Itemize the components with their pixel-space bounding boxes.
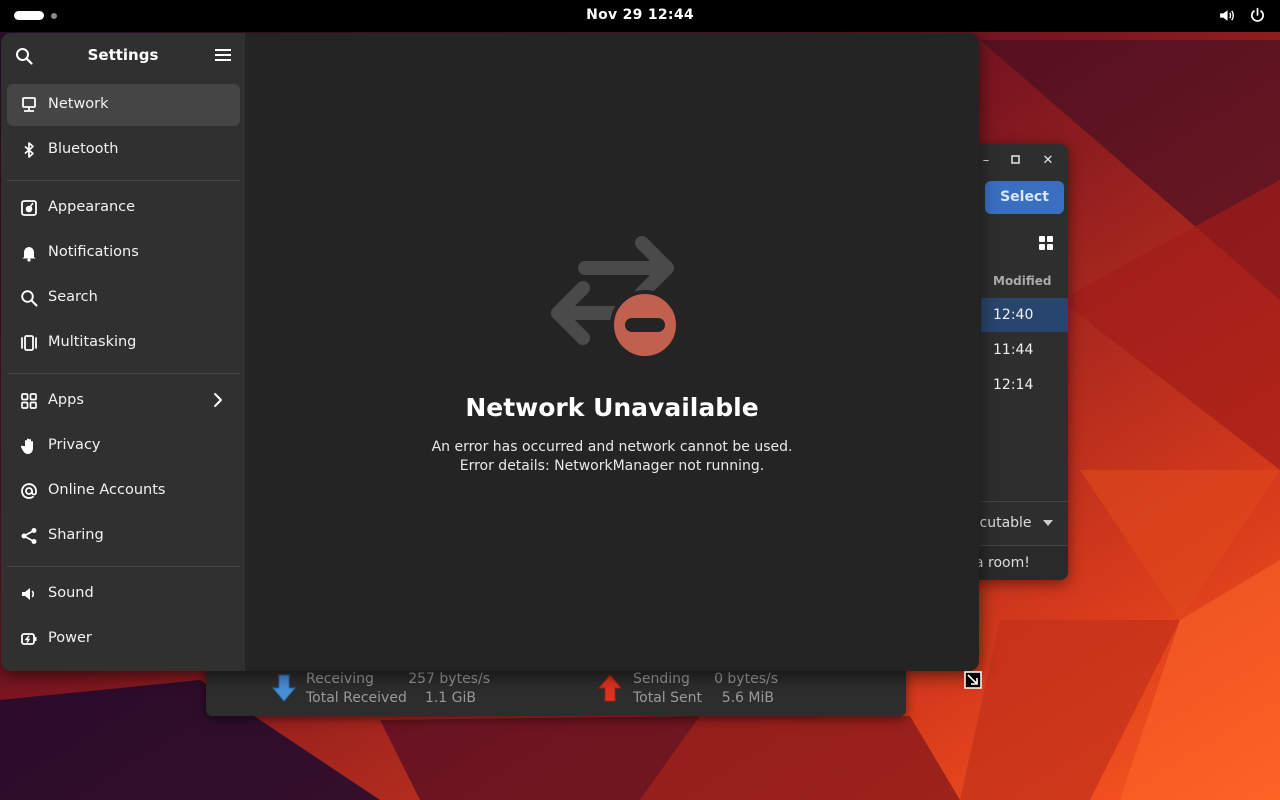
status-text: a room! xyxy=(975,555,1030,571)
sending-label: Sending xyxy=(633,671,690,687)
sidebar-item-label: Sound xyxy=(48,585,94,601)
hamburger-menu-icon[interactable] xyxy=(215,48,231,62)
files-window[interactable]: – ✕ Select Modified 12:40 11:44 12:14 cu… xyxy=(975,144,1068,580)
sidebar-item-label: Online Accounts xyxy=(48,482,166,498)
sidebar-item-label: Search xyxy=(48,289,98,305)
column-header-modified[interactable]: Modified xyxy=(993,274,1052,288)
settings-sidebar: Settings Network Bluetooth Appearance No… xyxy=(1,33,245,671)
total-sent-label: Total Sent xyxy=(633,690,703,706)
resize-cursor-icon xyxy=(964,671,982,689)
close-icon[interactable]: ✕ xyxy=(1039,152,1057,170)
power-icon[interactable] xyxy=(1249,7,1266,24)
filter-label: cutable xyxy=(979,515,1032,531)
share-icon xyxy=(21,528,37,544)
sidebar-header: Settings xyxy=(1,33,245,79)
total-received-label: Total Received xyxy=(306,690,407,706)
appearance-icon xyxy=(21,200,37,216)
dropdown-arrow-icon xyxy=(1043,520,1053,526)
grid-view-icon[interactable] xyxy=(1039,236,1053,250)
status-error-line: An error has occurred and network cannot… xyxy=(431,439,793,455)
chevron-right-icon xyxy=(214,393,222,407)
file-filter-bar: cutable xyxy=(975,501,1068,545)
sidebar-item-label: Notifications xyxy=(48,244,139,260)
clock[interactable]: Nov 29 12:44 xyxy=(0,7,1280,23)
sending-value: 0 bytes/s xyxy=(714,671,778,687)
sidebar-separator xyxy=(7,566,240,567)
sidebar-item-label: Network xyxy=(48,96,109,112)
apps-icon xyxy=(21,393,37,409)
sidebar-item-sound[interactable]: Sound xyxy=(7,573,240,615)
search-icon xyxy=(21,290,38,307)
file-row[interactable]: 12:14 xyxy=(981,368,1068,402)
sidebar-item-appearance[interactable]: Appearance xyxy=(7,187,240,229)
status-description: An error has occurred and network cannot… xyxy=(245,438,979,476)
settings-content: Network Unavailable An error has occurre… xyxy=(245,33,979,671)
sidebar-item-label: Multitasking xyxy=(48,334,137,350)
volume-icon[interactable] xyxy=(1218,7,1235,24)
sidebar-item-notifications[interactable]: Notifications xyxy=(7,232,240,274)
status-details-line: Error details: NetworkManager not runnin… xyxy=(459,458,765,474)
sidebar-item-multitasking[interactable]: Multitasking xyxy=(7,322,240,364)
top-bar: Nov 29 12:44 xyxy=(0,0,1280,32)
sidebar-item-label: Apps xyxy=(48,392,84,408)
sidebar-item-search[interactable]: Search xyxy=(7,277,240,319)
sidebar-item-label: Appearance xyxy=(48,199,136,215)
at-icon xyxy=(21,483,37,499)
sidebar-item-label: Sharing xyxy=(48,527,104,543)
system-tray[interactable] xyxy=(1218,7,1266,24)
speaker-icon xyxy=(22,588,35,600)
file-row[interactable]: 12:40 xyxy=(981,298,1068,332)
sidebar-item-bluetooth[interactable]: Bluetooth xyxy=(7,129,240,171)
sending-arrow-icon xyxy=(598,674,622,702)
sidebar-separator xyxy=(7,373,240,374)
sidebar-item-power[interactable]: Power xyxy=(7,618,240,660)
receiving-value: 257 bytes/s xyxy=(408,671,490,687)
minimize-icon[interactable]: – xyxy=(977,152,995,170)
total-sent-value: 5.6 MiB xyxy=(721,690,774,706)
sidebar-separator xyxy=(7,180,240,181)
sidebar-item-network[interactable]: Network xyxy=(7,84,240,126)
file-row[interactable]: 11:44 xyxy=(981,333,1068,367)
total-received-value: 1.1 GiB xyxy=(424,690,476,706)
network-icon xyxy=(22,97,36,112)
receiving-arrow-icon xyxy=(272,674,296,702)
sidebar-item-privacy[interactable]: Privacy xyxy=(7,425,240,467)
bluetooth-icon xyxy=(24,142,34,158)
sidebar-item-sharing[interactable]: Sharing xyxy=(7,515,240,557)
sidebar-item-label: Power xyxy=(48,630,92,646)
sidebar-item-online-accounts[interactable]: Online Accounts xyxy=(7,470,240,512)
multitasking-icon xyxy=(21,335,37,351)
receiving-label: Receiving xyxy=(306,671,374,687)
settings-window[interactable]: Settings Network Bluetooth Appearance No… xyxy=(1,33,979,671)
network-monitor: Receiving 257 bytes/s Total Received 1.1… xyxy=(206,664,906,716)
sidebar-item-label: Privacy xyxy=(48,437,101,453)
maximize-icon[interactable] xyxy=(1006,152,1024,170)
network-unavailable-icon xyxy=(551,236,680,360)
select-button[interactable]: Select xyxy=(985,181,1064,214)
file-type-filter[interactable]: cutable xyxy=(980,515,1054,531)
bell-icon xyxy=(22,247,36,262)
sidebar-item-apps[interactable]: Apps xyxy=(7,380,240,422)
files-status-bar: a room! xyxy=(975,545,1068,580)
hand-icon xyxy=(20,438,33,454)
sidebar-item-label: Bluetooth xyxy=(48,141,119,157)
power-plug-icon xyxy=(21,633,37,645)
sidebar-title: Settings xyxy=(87,46,159,64)
files-headerbar: – ✕ xyxy=(975,144,1068,180)
status-title: Network Unavailable xyxy=(465,393,759,422)
